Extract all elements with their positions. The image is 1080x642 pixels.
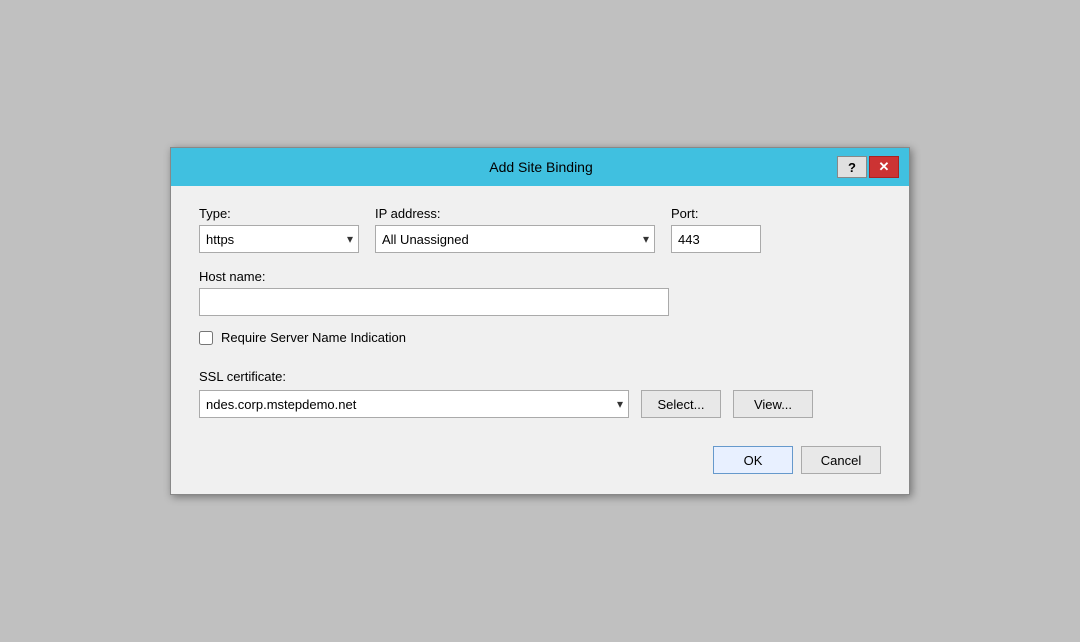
cancel-button[interactable]: Cancel: [801, 446, 881, 474]
ok-button[interactable]: OK: [713, 446, 793, 474]
ip-select[interactable]: All Unassigned: [375, 225, 655, 253]
ssl-row: ndes.corp.mstepdemo.net Select... View..…: [199, 390, 881, 418]
dialog-window: Add Site Binding ? ✕ Type: https http IP…: [170, 147, 910, 495]
close-button[interactable]: ✕: [869, 156, 899, 178]
top-fields-row: Type: https http IP address: All Unassig…: [199, 206, 881, 253]
port-group: Port:: [671, 206, 761, 253]
sni-label: Require Server Name Indication: [221, 330, 406, 345]
ssl-label: SSL certificate:: [199, 369, 286, 384]
ip-label: IP address:: [375, 206, 655, 221]
dialog-content: Type: https http IP address: All Unassig…: [171, 186, 909, 494]
ssl-select[interactable]: ndes.corp.mstepdemo.net: [199, 390, 629, 418]
port-input[interactable]: [671, 225, 761, 253]
type-select[interactable]: https http: [199, 225, 359, 253]
bottom-buttons: OK Cancel: [199, 438, 881, 474]
view-button[interactable]: View...: [733, 390, 813, 418]
type-select-wrapper: https http: [199, 225, 359, 253]
ssl-select-wrapper: ndes.corp.mstepdemo.net: [199, 390, 629, 418]
select-button[interactable]: Select...: [641, 390, 721, 418]
title-controls: ? ✕: [837, 156, 899, 178]
port-label: Port:: [671, 206, 761, 221]
sni-checkbox[interactable]: [199, 331, 213, 345]
dialog-title: Add Site Binding: [245, 159, 837, 175]
hostname-label: Host name:: [199, 269, 881, 284]
ip-group: IP address: All Unassigned: [375, 206, 655, 253]
hostname-input[interactable]: [199, 288, 669, 316]
ip-select-wrapper: All Unassigned: [375, 225, 655, 253]
hostname-group: Host name:: [199, 269, 881, 316]
type-label: Type:: [199, 206, 359, 221]
ssl-section: SSL certificate: ndes.corp.mstepdemo.net…: [199, 369, 881, 418]
type-group: Type: https http: [199, 206, 359, 253]
title-bar: Add Site Binding ? ✕: [171, 148, 909, 186]
sni-row: Require Server Name Indication: [199, 330, 881, 345]
help-button[interactable]: ?: [837, 156, 867, 178]
